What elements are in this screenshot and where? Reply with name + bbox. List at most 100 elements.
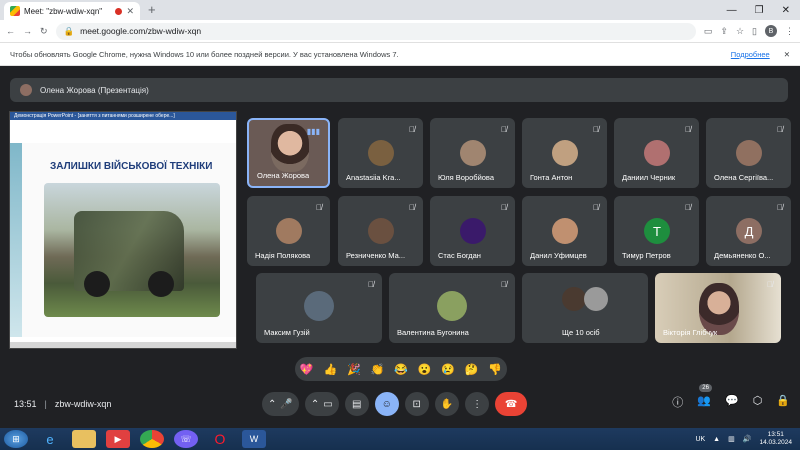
maximize-icon[interactable]: ❐: [755, 5, 764, 16]
meeting-controls-bar: 13:51 | zbw-wdiw-xqn ⌃ 🎤 ⌃ ▭ ▤ ☺ ⊡ ✋ ⋮ ☎ ⓘ…: [0, 384, 800, 420]
start-button[interactable]: ⊞: [4, 430, 28, 448]
side-panel-controls: ⓘ 26 👥 💬 ⬡ 🔒: [672, 384, 790, 410]
url-field[interactable]: 🔒 meet.google.com/zbw-wdiw-xqn: [55, 22, 696, 40]
reaction-party-icon[interactable]: 🎉: [347, 363, 361, 376]
participant-tile[interactable]: 🎙̸ Гонта Антон: [522, 118, 607, 188]
participant-tile[interactable]: Т 🎙̸ Тимур Петров: [614, 196, 699, 266]
mic-off-icon: 🎙̸: [501, 125, 507, 134]
speaking-indicator-icon: ▮▮▮: [306, 127, 320, 136]
people-button[interactable]: 26 👥: [697, 384, 712, 410]
reaction-laugh-icon[interactable]: 😂: [394, 363, 408, 376]
reaction-thumbsup-icon[interactable]: 👍: [323, 363, 337, 376]
infobar-message: Чтобы обновлять Google Chrome, нужна Win…: [10, 49, 399, 59]
call-controls: ⌃ 🎤 ⌃ ▭ ▤ ☺ ⊡ ✋ ⋮ ☎: [262, 392, 528, 416]
meet-favicon-icon: [10, 6, 20, 16]
network-icon[interactable]: ▥: [728, 435, 735, 443]
participant-avatar: [562, 287, 586, 311]
mic-off-icon: 🎙̸: [501, 280, 507, 289]
reactions-button[interactable]: ☺: [374, 392, 399, 416]
reaction-surprise-icon[interactable]: 😮: [418, 363, 432, 376]
mic-off-icon: 🎙̸: [593, 125, 599, 134]
tab-title: Meet: "zbw-wdiw-xqn": [24, 6, 103, 16]
activities-icon[interactable]: ⬡: [753, 394, 763, 410]
host-controls-icon[interactable]: 🔒: [776, 394, 790, 410]
opera-icon[interactable]: O: [208, 430, 232, 448]
internet-explorer-icon[interactable]: e: [38, 430, 62, 448]
chrome-icon[interactable]: [140, 430, 164, 448]
viber-icon[interactable]: ☏: [174, 430, 198, 448]
participant-tile[interactable]: 🎙̸ Вікторія Глібчук: [655, 273, 781, 343]
tray-arrow-icon[interactable]: ▲: [713, 436, 720, 443]
mic-button[interactable]: ⌃ 🎤: [262, 392, 299, 416]
sidepanel-icon[interactable]: ▯: [752, 26, 757, 37]
mic-off-icon: 🎙̸: [685, 203, 691, 212]
reaction-thumbsdown-icon[interactable]: 👎: [488, 363, 502, 376]
camera-button[interactable]: ⌃ ▭: [304, 392, 339, 416]
browser-tab[interactable]: Meet: "zbw-wdiw-xqn" ✕: [4, 2, 140, 20]
participant-tile[interactable]: 🎙̸ Резниченко Ма...: [338, 196, 423, 266]
participant-tile[interactable]: 🎙̸ Стас Богдан: [430, 196, 515, 266]
captions-icon: ▤: [351, 398, 362, 410]
chevron-up-icon[interactable]: ⌃: [268, 399, 276, 410]
participant-tile[interactable]: 🎙̸ Максим Гузій: [256, 273, 382, 343]
url-text: meet.google.com/zbw-wdiw-xqn: [80, 26, 202, 36]
infobar-more-link[interactable]: Подробнее: [731, 50, 770, 59]
reaction-sad-icon[interactable]: 😢: [441, 363, 455, 376]
captions-button[interactable]: ▤: [344, 392, 369, 416]
mic-off-icon: 🎙̸: [593, 203, 599, 212]
presentation-screen[interactable]: Демонстрація PowerPoint - [заняття з пит…: [9, 111, 237, 349]
reaction-clap-icon[interactable]: 👏: [371, 363, 385, 376]
media-player-icon[interactable]: ▶: [106, 430, 130, 448]
participant-tile[interactable]: 🎙̸ Данил Уфимцев: [522, 196, 607, 266]
participant-name: Данил Уфимцев: [530, 251, 587, 260]
volume-icon[interactable]: 🔊: [743, 435, 752, 443]
profile-avatar[interactable]: B: [765, 25, 777, 37]
chevron-up-icon[interactable]: ⌃: [311, 399, 319, 410]
language-indicator[interactable]: UK: [695, 436, 705, 443]
hang-up-icon: ☎: [504, 398, 518, 410]
mic-off-icon: 🎙̸: [316, 203, 322, 212]
recording-indicator-icon: [115, 7, 123, 15]
close-window-icon[interactable]: ✕: [782, 5, 790, 16]
menu-icon[interactable]: ⋮: [785, 26, 794, 37]
participant-tile[interactable]: 🎙̸ Валентина Бугонина: [389, 273, 515, 343]
participant-name: Валентина Бугонина: [397, 328, 469, 337]
participant-tile[interactable]: 🎙̸ Даниил Черник: [614, 118, 699, 188]
close-tab-icon[interactable]: ✕: [126, 6, 134, 17]
mic-off-icon: 🎙̸: [409, 125, 415, 134]
new-tab-button[interactable]: +: [148, 2, 156, 17]
participant-tile[interactable]: 🎙̸ Anastasiia Kra...: [338, 118, 423, 188]
meeting-code: zbw-wdiw-xqn: [54, 399, 112, 409]
wheel-shape: [148, 271, 174, 297]
share-icon[interactable]: ⇪: [720, 26, 728, 37]
system-clock[interactable]: 13:51 14.03.2024: [759, 431, 792, 447]
participant-tile[interactable]: 🎙̸ Надія Полякова: [247, 196, 330, 266]
participant-tile[interactable]: Д 🎙̸ Демьяненко О...: [706, 196, 791, 266]
reaction-thinking-icon[interactable]: 🤔: [465, 363, 479, 376]
reaction-heart-icon[interactable]: 💖: [300, 363, 314, 376]
leave-call-button[interactable]: ☎: [495, 392, 528, 416]
more-participants-tile[interactable]: Ще 10 осіб: [522, 273, 648, 343]
minimize-icon[interactable]: —: [727, 5, 737, 16]
infobar-close-icon[interactable]: ✕: [784, 50, 790, 59]
slide: ЗАЛИШКИ ВІЙСЬКОВОЇ ТЕХНІКИ: [10, 143, 236, 337]
participant-avatar: [460, 140, 486, 166]
chat-icon[interactable]: 💬: [725, 394, 739, 410]
reload-icon[interactable]: ↻: [40, 26, 48, 37]
separator: |: [44, 399, 47, 409]
more-options-button[interactable]: ⋮: [465, 392, 490, 416]
participant-tile[interactable]: ▮▮▮ Олена Жорова: [247, 118, 330, 188]
camera-icon[interactable]: ▭: [704, 26, 713, 37]
forward-icon[interactable]: →: [23, 26, 32, 36]
participant-tile[interactable]: 🎙̸ Олена Сергіїва...: [706, 118, 791, 188]
window-controls: — ❐ ✕: [727, 5, 800, 20]
word-icon[interactable]: W: [242, 430, 266, 448]
bookmark-star-icon[interactable]: ☆: [736, 26, 744, 37]
file-explorer-icon[interactable]: [72, 430, 96, 448]
raise-hand-button[interactable]: ✋: [434, 392, 460, 416]
info-icon[interactable]: ⓘ: [672, 394, 683, 410]
present-button[interactable]: ⊡: [404, 392, 429, 416]
participant-tile[interactable]: 🎙̸ Юля Воробйова: [430, 118, 515, 188]
participant-avatar: [584, 287, 608, 311]
back-icon[interactable]: ←: [6, 26, 15, 36]
